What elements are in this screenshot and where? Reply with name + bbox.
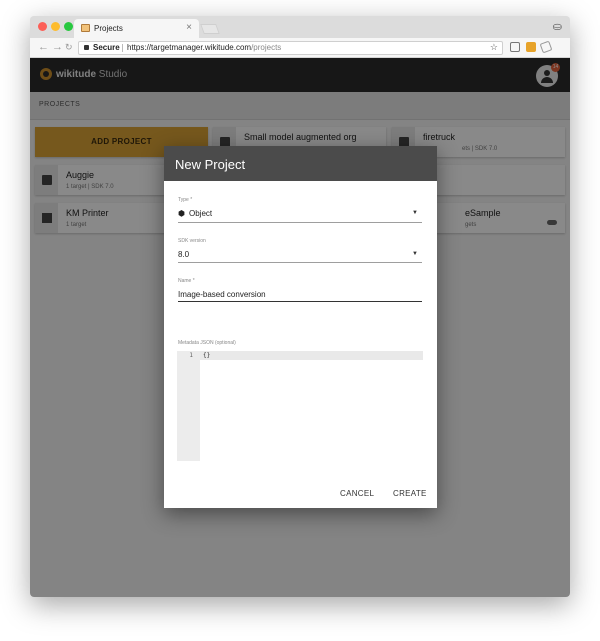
extension-feather-icon[interactable] xyxy=(539,40,553,54)
new-project-dialog: New Project Type * ⬢ Object ▼ SDK versio… xyxy=(164,146,437,508)
dialog-title: New Project xyxy=(175,157,246,172)
sdk-underline xyxy=(178,262,422,263)
bookmark-star-icon[interactable]: ☆ xyxy=(490,41,498,53)
editor-line-number: 1 xyxy=(189,352,193,359)
editor-active-line xyxy=(200,351,423,360)
back-arrow-icon[interactable]: ← xyxy=(38,41,49,53)
tab-title: Projects xyxy=(94,24,123,33)
name-label: Name * xyxy=(178,278,195,284)
url-text: https://targetmanager.wikitude.com/proje… xyxy=(127,42,281,54)
name-underline xyxy=(178,301,422,302)
cast-icon[interactable] xyxy=(510,42,520,52)
chevron-down-icon: ▼ xyxy=(412,210,418,216)
sdk-version-label: SDK version xyxy=(178,238,206,244)
chevron-down-icon: ▼ xyxy=(412,251,418,257)
folder-favicon-icon xyxy=(81,24,90,32)
cube-icon: ⬢ xyxy=(178,209,185,218)
metadata-label: Metadata JSON (optional) xyxy=(178,340,236,346)
url-host: https://targetmanager.wikitude.com xyxy=(127,43,252,52)
cancel-button[interactable]: CANCEL xyxy=(340,489,374,498)
close-window-button[interactable] xyxy=(38,22,47,31)
forward-arrow-icon[interactable]: → xyxy=(52,41,63,53)
name-value: Image-based conversion xyxy=(178,290,266,299)
minimize-window-button[interactable] xyxy=(51,22,60,31)
reload-icon[interactable]: ↻ xyxy=(65,42,73,53)
new-tab-button[interactable] xyxy=(200,24,220,34)
omnibox-divider xyxy=(122,44,123,52)
tab-projects[interactable]: Projects × xyxy=(74,19,199,38)
address-bar[interactable]: Secure https://targetmanager.wikitude.co… xyxy=(78,41,503,55)
browser-toolbar: ← → ↻ Secure https://targetmanager.wikit… xyxy=(30,38,570,58)
maximize-window-button[interactable] xyxy=(64,22,73,31)
create-button[interactable]: CREATE xyxy=(393,489,427,498)
editor-gutter: 1 xyxy=(177,351,200,461)
lock-icon xyxy=(84,45,89,50)
extension-icon[interactable] xyxy=(526,42,536,52)
dialog-header: New Project xyxy=(164,146,437,181)
metadata-json-editor[interactable]: 1 {} xyxy=(177,351,423,461)
type-value: Object xyxy=(189,209,213,218)
editor-code: {} xyxy=(203,352,211,359)
secure-label: Secure xyxy=(93,43,120,52)
tab-close-icon[interactable]: × xyxy=(186,22,192,33)
tab-bar: Projects × ⛀ xyxy=(30,16,570,38)
url-path: /projects xyxy=(251,43,282,52)
type-underline xyxy=(178,222,422,223)
incognito-icon: ⛀ xyxy=(552,21,562,33)
type-label: Type * xyxy=(178,197,193,203)
sdk-version-value: 8.0 xyxy=(178,250,190,259)
